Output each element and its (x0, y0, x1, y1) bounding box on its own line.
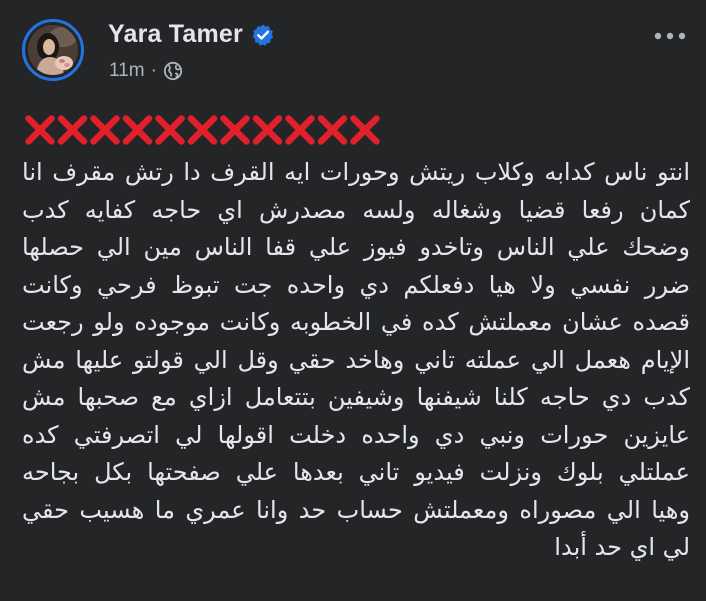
cross-mark-icon (57, 115, 88, 145)
cross-mark-icon (187, 115, 218, 145)
emoji-line: ❌❌❌❌❌❌❌❌❌❌❌ (22, 110, 690, 150)
verified-badge-icon (251, 23, 275, 47)
globe-icon[interactable] (163, 61, 183, 81)
post-text-line: وهيا الي مصوراه ومعملتش حساب حد وانا عمر… (22, 495, 690, 524)
cross-mark-icon (317, 115, 348, 145)
post-text-line: كدب دي حاجه كلنا شيفنها وشيفين بتتعامل ا… (22, 383, 690, 411)
post-text-line: لي اي حد أبدا (554, 533, 690, 561)
post-text-line: الإيام هعمل الي عملته تاني وهاخد حقي وقل… (22, 345, 690, 374)
cross-mark-icon (155, 115, 185, 145)
post-text-line: عايزين حورات ونبي دي واحده دخلت اقولها ل… (22, 420, 690, 449)
post-text-line: انتو ناس كدابه وكلاب ريتش وحورات ايه الق… (22, 158, 690, 186)
post-timestamp[interactable]: 11m (109, 60, 145, 82)
post-text-line: وضحك علي الناس وتاخدو فيوز علي قفا الناس… (22, 233, 690, 261)
post-text-line: قصده عشان معملتش كده في الخطوبه وكانت مو… (22, 308, 690, 336)
post-text-line: عملتلي بلوك ونزلت فيديو تاني بعدها علي ص… (22, 458, 690, 486)
cross-mark-icon (90, 115, 120, 145)
more-options-button[interactable] (652, 22, 688, 46)
post-text: انتو ناس كدابه وكلاب ريتش وحورات ايه الق… (22, 154, 690, 567)
cross-mark-icon (220, 115, 250, 145)
post-text-line: كمان رفعا قضيا وشغاله ولسه مصدرش اي حاجه… (22, 195, 690, 224)
author-name[interactable]: Yara Tamer (108, 20, 243, 49)
post-text-line: ضرر نفسي ولا هيا دفعلكم دي واحده جت تبوظ… (22, 270, 690, 299)
avatar-photo (28, 25, 78, 75)
avatar[interactable] (22, 19, 84, 81)
post-content: ❌❌❌❌❌❌❌❌❌❌❌ انتو ناس كدابه وكلاب ريتش وح… (22, 110, 690, 567)
post-header: Yara Tamer 11m · (0, 0, 706, 100)
cross-mark-row (25, 115, 380, 145)
more-horizontal-icon (653, 25, 687, 44)
cross-mark-icon (25, 115, 55, 145)
cross-mark-icon (350, 115, 380, 145)
meta-separator: · (150, 60, 157, 81)
cross-mark-icon (252, 115, 283, 145)
cross-mark-icon (285, 115, 315, 145)
cross-mark-icon (122, 115, 153, 145)
